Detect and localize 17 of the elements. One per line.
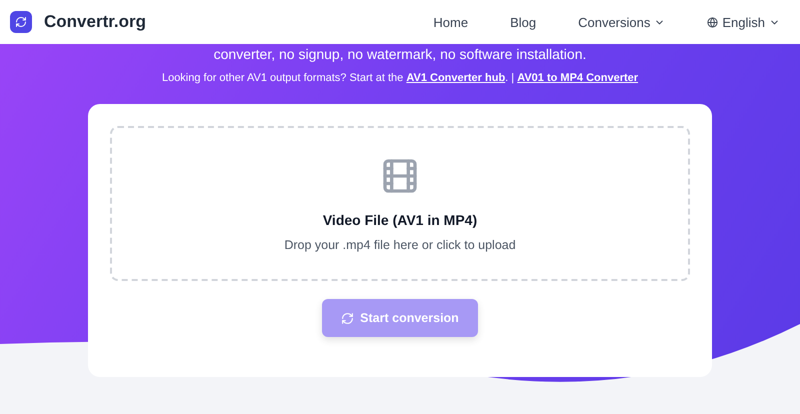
converter-link[interactable]: AV1 Converter hub: [406, 72, 506, 84]
upload-hint: Drop your .mp4 file here or click to upload: [284, 238, 516, 252]
logo-icon[interactable]: [10, 11, 32, 33]
period: .: [505, 72, 508, 84]
refresh-icon: [341, 312, 354, 324]
nav-dropdown[interactable]: Conversions: [578, 14, 666, 30]
nav-link[interactable]: Home: [433, 14, 468, 30]
globe-icon: [707, 16, 718, 28]
separator: |: [510, 72, 516, 84]
language-selector[interactable]: English: [707, 14, 780, 30]
nav-link[interactable]: Blog: [510, 14, 536, 30]
converter-link[interactable]: AV01 to MP4 Converter: [517, 72, 638, 84]
drop-zone[interactable]: Video File (AV1 in MP4) Drop your .mp4 file here or click to upload: [110, 126, 690, 281]
site-name: Convertr.org: [44, 12, 146, 32]
links-intro: Looking for other AV1 output formats? Start at the: [162, 72, 404, 84]
tagline: converter, no signup, no watermark, no software installation.: [212, 46, 588, 62]
file-title: Video File (AV1 in MP4): [322, 212, 478, 228]
